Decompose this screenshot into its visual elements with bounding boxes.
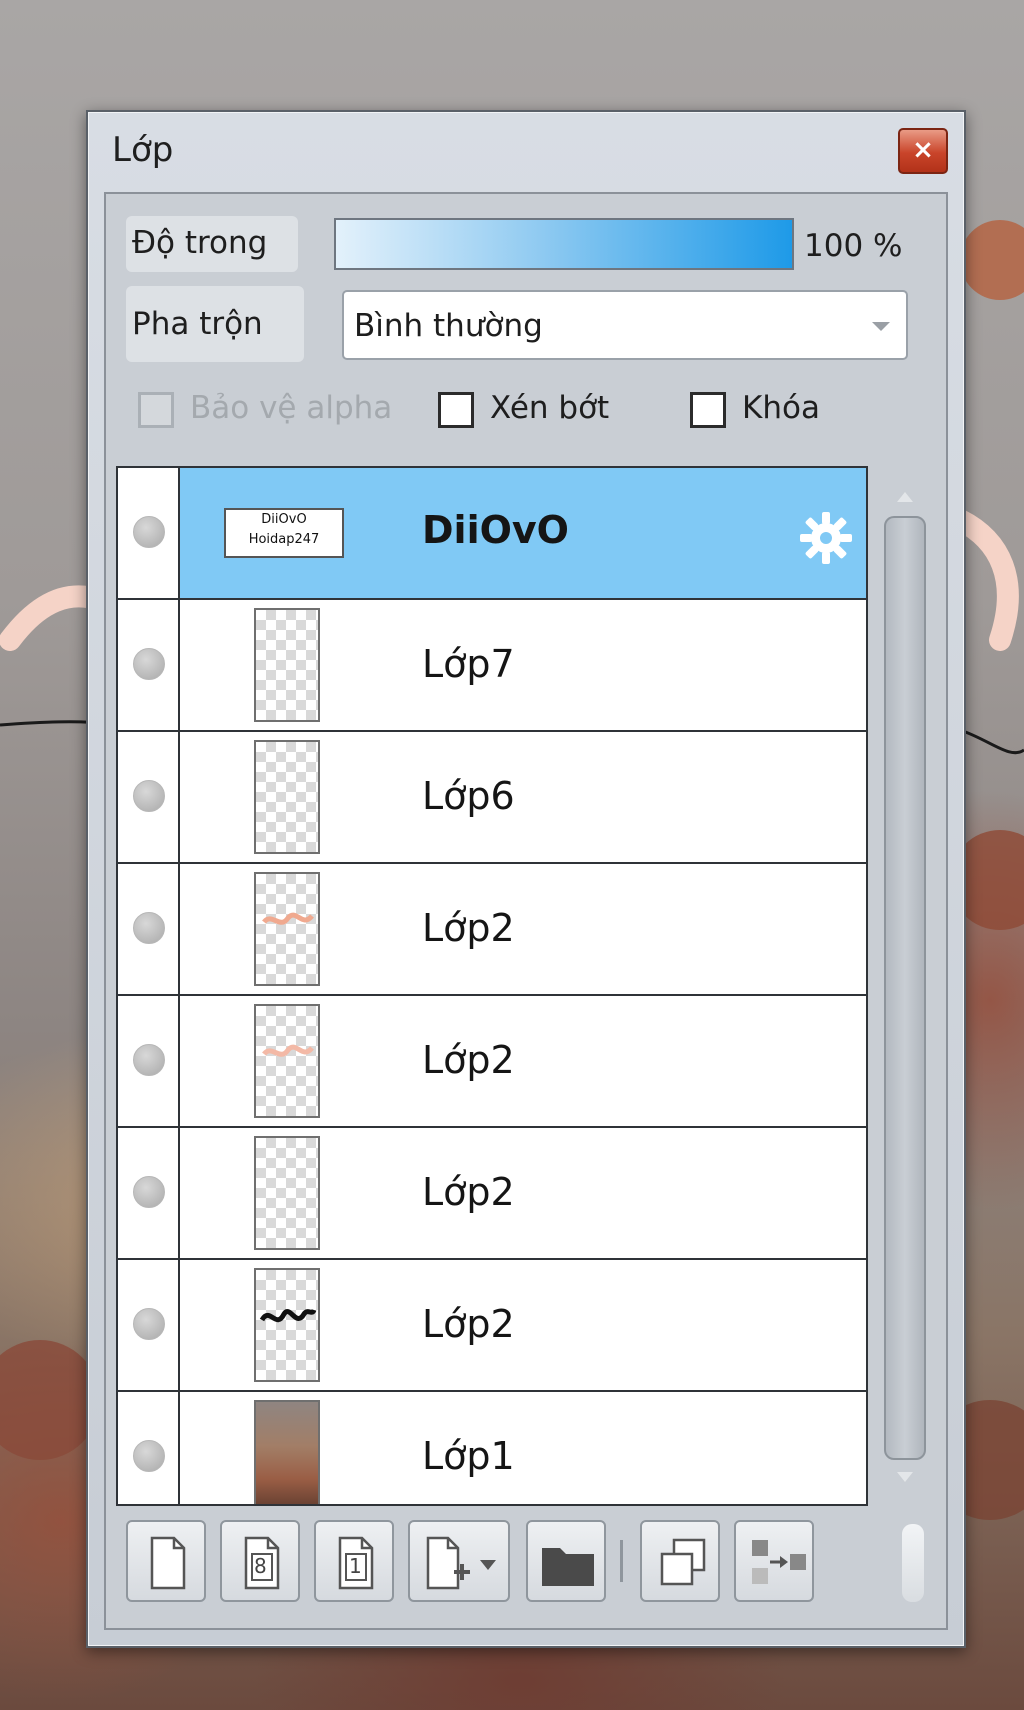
visibility-icon [133, 516, 165, 548]
new-8bit-layer-button[interactable]: 8 [220, 1520, 300, 1602]
visibility-icon [133, 1176, 165, 1208]
layer-name: Lớp6 [422, 774, 515, 818]
merge-layer-button[interactable] [734, 1520, 814, 1602]
layer-row[interactable]: DiiOvO Hoidap247 DiiOvO [118, 468, 866, 600]
layer-thumbnail [254, 872, 320, 986]
clipping-label: Xén bớt [490, 390, 610, 426]
layer-row-content[interactable]: Lớp2 [180, 1128, 866, 1258]
window-title: Lớp [112, 130, 174, 170]
visibility-toggle[interactable] [118, 600, 180, 730]
panel-content: Độ trong 100 % Pha trộn Bình thường Bảo … [104, 192, 948, 1630]
add-layer-menu-button[interactable] [408, 1520, 510, 1602]
duplicate-layer-icon [660, 1538, 706, 1586]
layer-row[interactable]: Lớp2 [118, 996, 866, 1128]
add-layer-menu-icon [426, 1536, 496, 1590]
layer-thumbnail: DiiOvO Hoidap247 [224, 508, 344, 558]
layer-name: Lớp1 [422, 1434, 515, 1478]
visibility-toggle[interactable] [118, 864, 180, 994]
layer-list-scrollbar[interactable] [884, 484, 928, 1504]
lock-label: Khóa [742, 390, 820, 426]
layer-row-content[interactable]: Lớp2 [180, 996, 866, 1126]
opacity-label: Độ trong [126, 216, 298, 272]
opacity-slider-fill [336, 220, 792, 268]
new-1bit-layer-label: 1 [349, 1554, 362, 1578]
thumbnail-art [262, 912, 314, 925]
blend-mode-value: Bình thường [354, 308, 543, 344]
toolbar-separator [620, 1540, 623, 1582]
layer-row[interactable]: Lớp2 [118, 1260, 866, 1392]
visibility-toggle[interactable] [118, 468, 180, 598]
title-bar[interactable]: Lớp × [88, 112, 964, 188]
layers-panel-window: Lớp × Độ trong 100 % Pha trộn Bình thườn… [86, 110, 966, 1648]
scrollbar-thumb[interactable] [884, 516, 926, 1460]
layer-row-content[interactable]: Lớp1 [180, 1392, 866, 1504]
visibility-icon [133, 912, 165, 944]
visibility-icon [133, 1308, 165, 1340]
opacity-slider[interactable] [334, 218, 794, 270]
new-layer-icon [150, 1536, 186, 1590]
chevron-down-icon [872, 322, 890, 331]
layer-name: Lớp2 [422, 1038, 515, 1082]
toolbar-scroll-handle[interactable] [902, 1524, 924, 1602]
gear-icon[interactable] [796, 508, 856, 568]
layer-name: Lớp2 [422, 1302, 515, 1346]
close-button[interactable]: × [898, 128, 948, 174]
visibility-icon [133, 780, 165, 812]
protect-alpha-label: Bảo vệ alpha [190, 390, 393, 426]
duplicate-layer-button[interactable] [640, 1520, 720, 1602]
visibility-toggle[interactable] [118, 1392, 180, 1504]
visibility-icon [133, 1044, 165, 1076]
layer-row-content[interactable]: Lớp2 [180, 1260, 866, 1390]
new-1bit-layer-button[interactable]: 1 [314, 1520, 394, 1602]
layer-row[interactable]: Lớp2 [118, 864, 866, 996]
layer-name: Lớp7 [422, 642, 515, 686]
layer-toolbar: 8 1 [116, 1520, 906, 1606]
opacity-value: 100 % [804, 228, 903, 264]
visibility-icon [133, 1440, 165, 1472]
layer-row[interactable]: Lớp2 [118, 1128, 866, 1260]
layer-name: DiiOvO [422, 508, 569, 552]
visibility-icon [133, 648, 165, 680]
visibility-toggle[interactable] [118, 996, 180, 1126]
layer-row[interactable]: Lớp6 [118, 732, 866, 864]
layer-row[interactable]: Lớp7 [118, 600, 866, 732]
new-layer-button[interactable] [126, 1520, 206, 1602]
layer-row-content[interactable]: Lớp6 [180, 732, 866, 862]
scroll-up-icon[interactable] [897, 492, 913, 502]
layer-thumbnail [254, 1268, 320, 1382]
visibility-toggle[interactable] [118, 1128, 180, 1258]
layer-row-content[interactable]: Lớp2 [180, 864, 866, 994]
layer-thumbnail [254, 1400, 320, 1504]
new-folder-button[interactable] [526, 1520, 606, 1602]
scroll-down-icon[interactable] [897, 1472, 913, 1482]
visibility-toggle[interactable] [118, 732, 180, 862]
clipping-checkbox[interactable] [438, 392, 474, 428]
layer-thumbnail [254, 740, 320, 854]
thumbnail-art [259, 1308, 317, 1323]
layer-thumbnail [254, 1004, 320, 1118]
layer-name: Lớp2 [422, 1170, 515, 1214]
layer-row-content[interactable]: Lớp7 [180, 600, 866, 730]
close-icon[interactable]: × [912, 135, 934, 165]
visibility-toggle[interactable] [118, 1260, 180, 1390]
layer-row[interactable]: Lớp1 [118, 1392, 866, 1504]
thumbnail-art [262, 1044, 314, 1057]
merge-layer-icon [752, 1540, 806, 1584]
blend-mode-select[interactable]: Bình thường [342, 290, 908, 360]
layer-row-content[interactable]: DiiOvO Hoidap247 DiiOvO [180, 468, 866, 598]
layer-thumbnail [254, 1136, 320, 1250]
layer-thumbnail [254, 608, 320, 722]
layer-list: DiiOvO Hoidap247 DiiOvO Lớp7 Lớp6 Lớp2 L… [116, 466, 868, 1506]
layer-name: Lớp2 [422, 906, 515, 950]
new-8bit-layer-label: 8 [254, 1554, 267, 1578]
protect-alpha-checkbox[interactable] [138, 392, 174, 428]
folder-icon [542, 1548, 594, 1586]
lock-checkbox[interactable] [690, 392, 726, 428]
blend-mode-label: Pha trộn [126, 286, 304, 362]
